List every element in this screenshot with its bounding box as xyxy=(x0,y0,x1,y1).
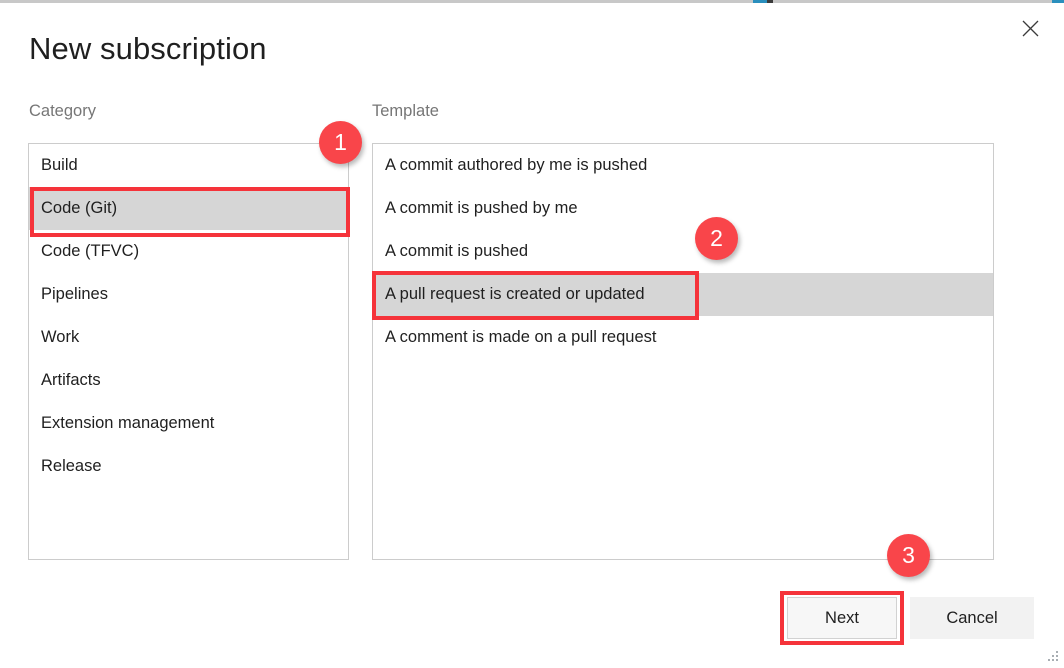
list-item[interactable]: Pipelines xyxy=(29,273,348,316)
list-item[interactable]: Release xyxy=(29,445,348,488)
list-item[interactable]: A comment is made on a pull request xyxy=(373,316,993,359)
list-item[interactable]: Build xyxy=(29,144,348,187)
page-title: New subscription xyxy=(29,31,267,66)
category-column-label: Category xyxy=(29,102,96,120)
next-button[interactable]: Next xyxy=(787,597,897,639)
template-column-label: Template xyxy=(372,102,439,120)
new-subscription-dialog: New subscription Category Template Build… xyxy=(0,3,1064,668)
list-item[interactable]: A commit is pushed by me xyxy=(373,187,993,230)
template-list[interactable]: A commit authored by me is pushed A comm… xyxy=(372,143,994,560)
resize-grip-icon[interactable] xyxy=(1044,649,1060,665)
cancel-button[interactable]: Cancel xyxy=(910,597,1034,639)
close-icon[interactable] xyxy=(1010,11,1050,45)
list-item[interactable]: Artifacts xyxy=(29,359,348,402)
category-list[interactable]: Build Code (Git) Code (TFVC) Pipelines W… xyxy=(28,143,349,560)
list-item[interactable]: A commit is pushed xyxy=(373,230,993,273)
list-item[interactable]: Code (TFVC) xyxy=(29,230,348,273)
list-item[interactable]: A commit authored by me is pushed xyxy=(373,144,993,187)
list-item[interactable]: Extension management xyxy=(29,402,348,445)
list-item-selected[interactable]: Code (Git) xyxy=(29,187,348,230)
list-item-selected[interactable]: A pull request is created or updated xyxy=(373,273,993,316)
list-item[interactable]: Work xyxy=(29,316,348,359)
